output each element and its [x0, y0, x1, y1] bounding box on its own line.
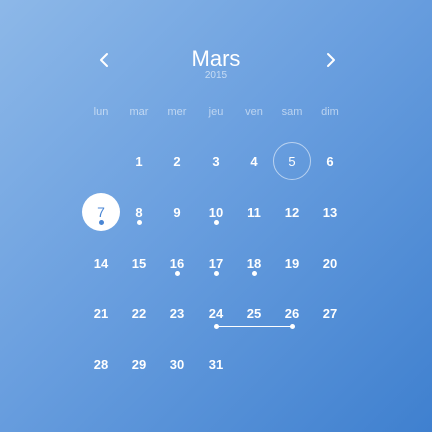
day-number: 6	[326, 153, 334, 169]
day-number: 2	[173, 153, 181, 169]
day-number: 10	[208, 204, 224, 220]
range-end-dot	[289, 324, 295, 329]
day-number: 12	[284, 204, 300, 220]
day-cell-10[interactable]: 10	[197, 193, 235, 231]
day-grid: 1 2 3 4 5 6 7 8 9 10 11 12 13 14 15 16 17 18 19 20 21 22 23 24 2…	[0, 0, 432, 432]
day-number: 27	[322, 305, 338, 321]
day-cell-18[interactable]: 18	[235, 244, 273, 282]
day-number: 1	[135, 153, 143, 169]
day-number: 25	[246, 305, 262, 321]
day-number: 8	[135, 204, 143, 220]
day-cell-23[interactable]: 23	[158, 294, 196, 332]
day-cell-2[interactable]: 2	[158, 142, 196, 180]
day-cell-30[interactable]: 30	[158, 345, 196, 383]
day-number: 18	[246, 255, 262, 271]
day-number: 26	[284, 305, 300, 321]
day-cell-28[interactable]: 28	[82, 345, 120, 383]
day-number: 16	[169, 255, 185, 271]
day-number: 15	[131, 255, 147, 271]
range-line	[216, 325, 292, 327]
day-cell-22[interactable]: 22	[120, 294, 158, 332]
day-cell-16[interactable]: 16	[158, 244, 196, 282]
day-cell-13[interactable]: 13	[311, 193, 349, 231]
day-cell-4[interactable]: 4	[235, 142, 273, 180]
day-number: 19	[284, 255, 300, 271]
event-dot	[213, 271, 219, 276]
event-dot	[213, 220, 219, 225]
day-number: 28	[93, 356, 109, 372]
day-number: 30	[169, 356, 185, 372]
day-cell-19[interactable]: 19	[273, 244, 311, 282]
day-cell-3[interactable]: 3	[197, 142, 235, 180]
day-cell-20[interactable]: 20	[311, 244, 349, 282]
day-number: 11	[247, 204, 261, 220]
event-dot	[174, 271, 180, 276]
day-number: 5	[288, 153, 296, 169]
event-dot	[251, 271, 257, 276]
day-cell-6[interactable]: 6	[311, 142, 349, 180]
day-cell-1[interactable]: 1	[120, 142, 158, 180]
day-number: 14	[93, 255, 109, 271]
day-cell-9[interactable]: 9	[158, 193, 196, 231]
day-cell-8[interactable]: 8	[120, 193, 158, 231]
day-cell-7[interactable]: 7	[82, 193, 120, 231]
range-start-dot	[213, 324, 219, 329]
day-cell-5[interactable]: 5	[273, 142, 311, 180]
day-cell-15[interactable]: 15	[120, 244, 158, 282]
day-cell-17[interactable]: 17	[197, 244, 235, 282]
event-dot	[98, 220, 104, 225]
day-number: 31	[208, 356, 224, 372]
day-number: 29	[131, 356, 147, 372]
day-number: 22	[131, 305, 147, 321]
event-dot	[136, 220, 142, 225]
day-number: 24	[208, 305, 224, 321]
day-cell-11[interactable]: 11	[235, 193, 273, 231]
day-number: 17	[208, 255, 224, 271]
day-cell-31[interactable]: 31	[197, 345, 235, 383]
day-number: 20	[322, 255, 338, 271]
day-cell-12[interactable]: 12	[273, 193, 311, 231]
day-number: 4	[250, 153, 258, 169]
day-cell-29[interactable]: 29	[120, 345, 158, 383]
day-cell-14[interactable]: 14	[82, 244, 120, 282]
day-number: 23	[169, 305, 185, 321]
day-number: 3	[212, 153, 220, 169]
day-number: 13	[322, 204, 338, 220]
day-number: 9	[173, 204, 181, 220]
day-number: 21	[93, 305, 109, 321]
day-cell-21[interactable]: 21	[82, 294, 120, 332]
day-cell-27[interactable]: 27	[311, 294, 349, 332]
calendar-widget: Mars 2015 lun mar mer jeu ven sam dim 12345678…	[0, 0, 432, 432]
day-number: 7	[97, 204, 105, 220]
